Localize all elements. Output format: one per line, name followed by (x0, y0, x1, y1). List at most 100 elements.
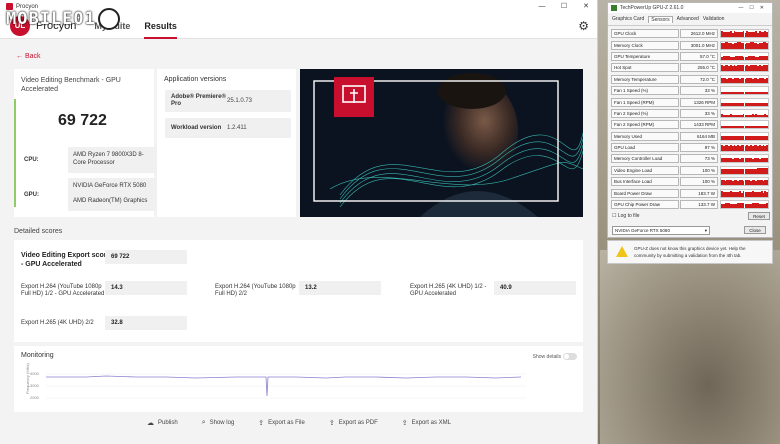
sensor-value: 97 % (680, 143, 718, 153)
detail-label-3: Export H.265 (4K UHD) 1/2 - GPU Accelera… (410, 284, 487, 297)
minimize-icon[interactable]: — (531, 0, 553, 13)
publish-label: Publish (158, 420, 178, 426)
gpuz-notice: GPU-Z does not know this graphics device… (607, 240, 773, 264)
frequency-chart (46, 373, 526, 399)
score-card: Video Editing Benchmark - GPU Accelerate… (14, 69, 160, 217)
gpuz-tabs: Graphics Card Sensors Advanced Validatio… (608, 13, 772, 26)
back-link[interactable]: ← Back (16, 53, 41, 60)
tab-results[interactable]: Results (144, 13, 177, 39)
sensor-name[interactable]: Memory Clock (611, 40, 679, 50)
gear-icon[interactable]: ⚙ (578, 19, 589, 33)
show-log-label: Show log (209, 420, 235, 426)
export-xml-button[interactable]: ⇪ Export as XML (402, 419, 451, 427)
show-details-toggle[interactable] (563, 353, 577, 360)
sensor-name[interactable]: GPU Clock (611, 29, 679, 39)
detail-main-label: Video Editing Export score - GPU Acceler… (21, 252, 111, 268)
sensor-row: Fan 1 Speed (RPM) 1326 RPM (611, 96, 769, 107)
sensor-row: Bus Interface Load 100 % (611, 176, 769, 187)
device-select[interactable]: NVIDIA GeForce RTX 5080 ▾ (612, 226, 710, 235)
tab-validation[interactable]: Validation (703, 16, 725, 23)
hero-illustration (300, 69, 583, 217)
sensor-name[interactable]: Fan 1 Speed (RPM) (611, 97, 679, 107)
close-icon[interactable]: ✕ (575, 0, 597, 13)
sensor-row: Memory Temperature 72.0 °C (611, 74, 769, 85)
sensor-name[interactable]: Board Power Draw (611, 188, 679, 198)
footer-actions: ☁ Publish ⌕ Show log ⇪ Export as File ⇪ … (0, 414, 598, 432)
sensor-graph (720, 177, 769, 187)
sensor-graph-bar (766, 136, 768, 140)
show-details-label: Show details (532, 354, 561, 360)
maximize-icon[interactable]: ☐ (553, 0, 575, 13)
sensor-value: 183.7 W (680, 188, 718, 198)
close-button[interactable]: Close (744, 226, 766, 234)
sensor-graph (720, 74, 769, 84)
sensor-name[interactable]: Memory Used (611, 131, 679, 141)
tab-graphics-card[interactable]: Graphics Card (612, 16, 644, 23)
gpuz-window-controls[interactable]: —☐✕ (738, 3, 770, 13)
sensor-name[interactable]: Fan 1 Speed (%) (611, 86, 679, 96)
detailed-scores-title: Detailed scores (14, 228, 63, 235)
sensor-value: 72.0 °C (680, 74, 718, 84)
sensor-graph (720, 108, 769, 118)
warning-icon (616, 246, 628, 257)
log-checkbox-icon[interactable]: ☐ (612, 213, 616, 219)
sensor-name[interactable]: Fan 2 Speed (RPM) (611, 120, 679, 130)
desktop-wallpaper-rock (600, 250, 780, 444)
gpu-value-primary: NVIDIA GeForce RTX 5080 (73, 183, 147, 189)
sensor-row: GPU Load 97 % (611, 142, 769, 153)
sensor-name[interactable]: Video Engine Load (611, 165, 679, 175)
tab-sensors[interactable]: Sensors (648, 16, 673, 23)
sensor-graph-bar (766, 92, 768, 95)
sensor-value: 133.7 W (680, 200, 718, 210)
sensor-graph (720, 143, 769, 153)
benchmark-hero-image (300, 69, 583, 217)
sensor-graph-bar (766, 102, 768, 106)
export-pdf-button[interactable]: ⇪ Export as PDF (329, 419, 378, 427)
application-versions-card: Application versions Adobe® Premiere® Pr… (157, 69, 296, 217)
sensor-row: GPU Clock 2612.0 MHz (611, 28, 769, 39)
sensor-name[interactable]: Fan 2 Speed (%) (611, 108, 679, 118)
detail-label-2: Export H.264 (YouTube 1080p Full HD) 2/2 (215, 284, 296, 297)
sensor-name[interactable]: Memory Temperature (611, 74, 679, 84)
sensor-name[interactable]: Memory Controller Load (611, 154, 679, 164)
sensor-graph-bar (766, 42, 768, 49)
sensor-list: GPU Clock 2612.0 MHz Memory Clock 3001.0 MH… (608, 26, 772, 210)
version-row-workload: Workload version 1.2.411 (165, 118, 291, 138)
detail-value-3: 40.9 (494, 281, 576, 295)
gpu-value-box: NVIDIA GeForce RTX 5080 AMD Radeon(TM) G… (68, 178, 160, 211)
detail-value-2: 13.2 (299, 281, 381, 295)
gpu-value-secondary: AMD Radeon(TM) Graphics (73, 198, 148, 204)
export-icon: ⇪ (328, 420, 335, 427)
sensor-value: 100 % (680, 177, 718, 187)
sensor-value: 33 % (680, 86, 718, 96)
sensor-row: Board Power Draw 183.7 W (611, 187, 769, 198)
version-key: Workload version (171, 124, 222, 131)
cpu-value: AMD Ryzen 7 9800X3D 8-Core Processor (68, 147, 160, 173)
benchmark-title: Video Editing Benchmark - GPU Accelerate… (21, 77, 121, 93)
gpuz-titlebar: TechPowerUp GPU-Z 2.61.0 —☐✕ (608, 3, 772, 13)
sensor-graph-bar (766, 56, 768, 60)
sensor-graph-bar (766, 168, 768, 174)
publish-button[interactable]: ☁ Publish (147, 419, 178, 427)
export-file-button[interactable]: ⇪ Export as File (258, 419, 305, 427)
sensor-name[interactable]: Hot Spot (611, 63, 679, 73)
sensor-row: Fan 1 Speed (%) 33 % (611, 85, 769, 96)
log-to-file-option[interactable]: ☐ Log to file (612, 213, 768, 219)
watermark: MOBILE01 (6, 6, 146, 32)
sensor-name[interactable]: GPU Chip Power Draw (611, 200, 679, 210)
sensor-name[interactable]: GPU Temperature (611, 51, 679, 61)
cpu-label: CPU: (24, 157, 39, 163)
sensor-row: Memory Controller Load 73 % (611, 153, 769, 164)
reset-button[interactable]: Reset (748, 212, 770, 220)
sensor-graph-bar (766, 180, 768, 186)
sensor-graph-bar (766, 78, 768, 83)
tab-advanced[interactable]: Advanced (677, 16, 699, 23)
sensor-graph-bar (766, 203, 768, 209)
sensor-name[interactable]: Bus Interface Load (611, 177, 679, 187)
export-icon: ⇪ (258, 420, 265, 427)
sensor-graph-bar (766, 192, 768, 197)
sensor-graph-bar (766, 125, 768, 129)
show-log-button[interactable]: ⌕ Show log (202, 419, 235, 427)
export-pdf-label: Export as PDF (338, 420, 378, 426)
sensor-name[interactable]: GPU Load (611, 143, 679, 153)
